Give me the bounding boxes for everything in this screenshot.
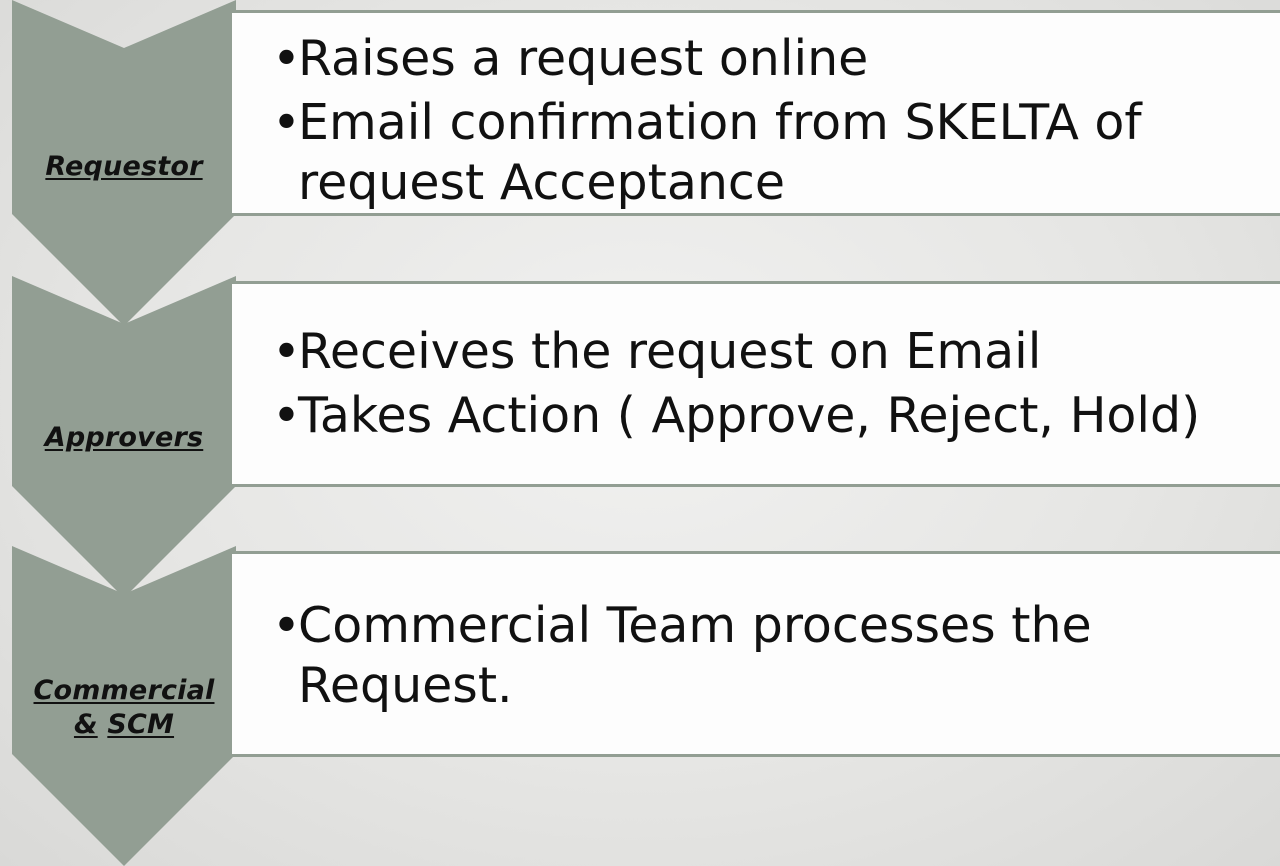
bullet-text: Commercial Team processes the Request. — [298, 597, 1092, 714]
bullet-list: • Receives the request on Email • Takes … — [272, 322, 1269, 450]
bullet-item: • Commercial Team processes the Request. — [272, 596, 1269, 716]
step-label-commercial-scm: Commercial & SCM — [12, 674, 236, 742]
bullet-glyph: • — [272, 597, 301, 654]
bullet-list: • Raises a request online • Email confir… — [272, 29, 1269, 217]
step-label-approvers: Approvers — [12, 421, 236, 455]
bullet-text: Takes Action ( Approve, Reject, Hold) — [298, 387, 1201, 444]
process-diagram: • Raises a request online • Email confir… — [0, 0, 1280, 866]
bullet-list: • Commercial Team processes the Request. — [272, 596, 1269, 720]
step-box-commercial-scm: • Commercial Team processes the Request. — [232, 551, 1280, 757]
bullet-item: • Takes Action ( Approve, Reject, Hold) — [272, 386, 1269, 446]
bullet-glyph: • — [272, 30, 301, 87]
bullet-text: Email confirmation from SKELTA of reques… — [298, 94, 1142, 211]
bullet-glyph: • — [272, 387, 301, 444]
step-label-requestor: Requestor — [12, 150, 236, 184]
bullet-text: Receives the request on Email — [298, 323, 1042, 380]
step-label-text: SCM — [107, 709, 175, 740]
step-box-approvers: • Receives the request on Email • Takes … — [232, 281, 1280, 487]
step-label-text: Commercial — [33, 675, 215, 706]
bullet-item: • Raises a request online — [272, 29, 1269, 89]
step-label-text: Requestor — [45, 151, 203, 182]
bullet-item: • Email confirmation from SKELTA of requ… — [272, 93, 1269, 213]
bullet-text: Raises a request online — [298, 30, 869, 87]
bullet-glyph: • — [272, 94, 301, 151]
bullet-item: • Receives the request on Email — [272, 322, 1269, 382]
bullet-glyph: • — [272, 323, 301, 380]
step-label-text: Approvers — [44, 422, 204, 453]
step-label-text: & — [73, 709, 98, 740]
step-box-requestor: • Raises a request online • Email confir… — [232, 10, 1280, 216]
